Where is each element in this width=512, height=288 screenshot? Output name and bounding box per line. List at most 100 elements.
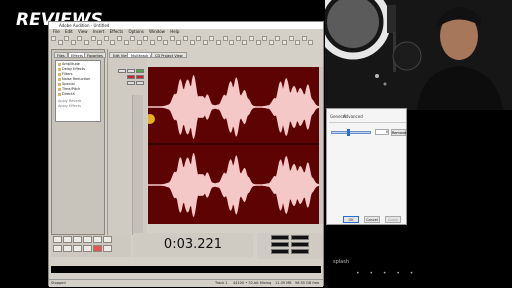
record-arm-button[interactable] xyxy=(127,75,135,79)
selection-begin-field[interactable] xyxy=(271,235,289,240)
selection-end-field[interactable] xyxy=(291,235,309,240)
menu-help[interactable]: Help xyxy=(170,29,179,34)
value-input[interactable]: 0 xyxy=(375,129,389,135)
track-button[interactable] xyxy=(118,69,126,73)
menu-view[interactable]: View xyxy=(78,29,88,34)
toolbar-button[interactable] xyxy=(123,40,129,45)
toolbar-button[interactable] xyxy=(268,40,274,45)
status-bar: Stopped Track 1 44100 • 32-bit Mixing 11… xyxy=(49,279,323,287)
fast-forward-button[interactable] xyxy=(73,245,82,252)
toolbar-button[interactable] xyxy=(282,40,287,45)
toolbar-button[interactable] xyxy=(249,36,254,41)
toolbar-button[interactable] xyxy=(295,40,301,45)
track-header xyxy=(107,49,147,235)
slider-handle[interactable] xyxy=(347,129,350,136)
toolbar-button[interactable] xyxy=(235,36,241,41)
length-field[interactable] xyxy=(271,249,289,254)
length-field[interactable] xyxy=(291,249,309,254)
tab-files[interactable]: Files xyxy=(54,52,68,58)
toolbar-button[interactable] xyxy=(117,36,122,41)
track-button[interactable] xyxy=(136,69,144,73)
track-button[interactable] xyxy=(127,69,135,73)
status-free-space: 96.55 GB free xyxy=(295,281,320,285)
menu-effects[interactable]: Effects xyxy=(110,29,124,34)
organizer-tabs: Files Effects Favorites xyxy=(54,52,106,58)
webcam-feed xyxy=(325,0,512,110)
goto-end-button[interactable] xyxy=(83,245,92,252)
menu-window[interactable]: Window xyxy=(149,29,165,34)
toolbar-button[interactable] xyxy=(169,36,175,41)
record-button[interactable] xyxy=(93,245,102,252)
stop-button[interactable] xyxy=(53,236,62,243)
toolbar-button[interactable] xyxy=(288,36,294,41)
toolbar-button[interactable] xyxy=(130,36,136,41)
waveform-graphic xyxy=(148,75,323,217)
rewind-button[interactable] xyxy=(63,245,72,252)
tab-advanced[interactable]: Advanced xyxy=(343,114,363,119)
toolbar-button[interactable] xyxy=(229,40,235,45)
play-loop-button[interactable] xyxy=(83,236,92,243)
loop-button[interactable] xyxy=(103,236,112,243)
status-track: Track 1 xyxy=(215,281,228,285)
view-begin-field[interactable] xyxy=(271,242,289,247)
toolbar-button[interactable] xyxy=(255,40,261,45)
toolbar-button[interactable] xyxy=(97,40,103,45)
folder-icon xyxy=(58,87,61,91)
record-arm-button[interactable] xyxy=(136,75,144,79)
toolbar-button[interactable] xyxy=(57,40,63,45)
view-end-field[interactable] xyxy=(291,242,309,247)
toolbar-button[interactable] xyxy=(209,36,215,41)
toolbar-button[interactable] xyxy=(150,40,155,45)
level-slider[interactable] xyxy=(331,131,371,134)
toolbar-button[interactable] xyxy=(143,36,149,41)
toolbar-button[interactable] xyxy=(308,40,314,45)
cancel-button[interactable]: Cancel xyxy=(364,216,380,223)
toolbar-button[interactable] xyxy=(262,36,268,41)
remove-button[interactable]: Remove xyxy=(391,129,406,136)
toolbar-button[interactable] xyxy=(196,36,202,41)
vertical-scrollbar[interactable] xyxy=(319,67,323,224)
tab-cd-project-view[interactable]: CD Project View xyxy=(151,52,187,58)
toolbar-button[interactable] xyxy=(242,40,248,45)
menu-insert[interactable]: Insert xyxy=(93,29,104,34)
toolbar-button[interactable] xyxy=(51,36,56,41)
pause-button[interactable] xyxy=(73,236,82,243)
toolbar-button[interactable] xyxy=(222,36,228,41)
toolbar-button[interactable] xyxy=(202,40,208,45)
toolbar-button[interactable] xyxy=(301,36,307,41)
toolbar-button[interactable] xyxy=(70,40,76,45)
menu-file[interactable]: File xyxy=(53,29,60,34)
toolbar-button[interactable] xyxy=(64,36,70,41)
toolbar-button[interactable] xyxy=(183,36,188,41)
menu-options[interactable]: Options xyxy=(128,29,143,34)
toolbar-button[interactable] xyxy=(136,40,142,45)
play-to-end-button[interactable] xyxy=(93,236,102,243)
goto-start-button[interactable] xyxy=(53,245,62,252)
track-button[interactable] xyxy=(136,81,144,85)
track-button[interactable] xyxy=(127,81,135,85)
toolbar-button[interactable] xyxy=(77,36,83,41)
toolbar-button[interactable] xyxy=(103,36,109,41)
ok-button[interactable]: OK xyxy=(343,216,359,223)
waveform-display[interactable] xyxy=(148,67,323,224)
toolbar-button[interactable] xyxy=(176,40,182,45)
time-display: 0:03.221 xyxy=(163,237,223,252)
toolbar-button[interactable] xyxy=(84,40,89,45)
view-tabs: Edit View Multitrack View CD Project Vie… xyxy=(109,52,325,58)
apply-button[interactable]: Apply xyxy=(385,216,401,223)
tab-favorites[interactable]: Favorites xyxy=(84,52,106,58)
toolbar-button[interactable] xyxy=(110,40,116,45)
list-item[interactable]: DirectX xyxy=(58,92,75,97)
toolbar-button[interactable] xyxy=(216,40,221,45)
menu-edit[interactable]: Edit xyxy=(65,29,73,34)
toolbar-button[interactable] xyxy=(275,36,281,41)
time-display-panel: 0:03.221 xyxy=(133,233,253,257)
zoom-button[interactable] xyxy=(103,245,112,252)
play-button[interactable] xyxy=(63,236,72,243)
list-item[interactable]: Apply Effects xyxy=(58,104,81,109)
folder-icon xyxy=(58,67,61,71)
toolbar-button[interactable] xyxy=(163,40,169,45)
toolbar-button[interactable] xyxy=(189,40,195,45)
toolbar-button[interactable] xyxy=(156,36,162,41)
toolbar-button[interactable] xyxy=(90,36,96,41)
